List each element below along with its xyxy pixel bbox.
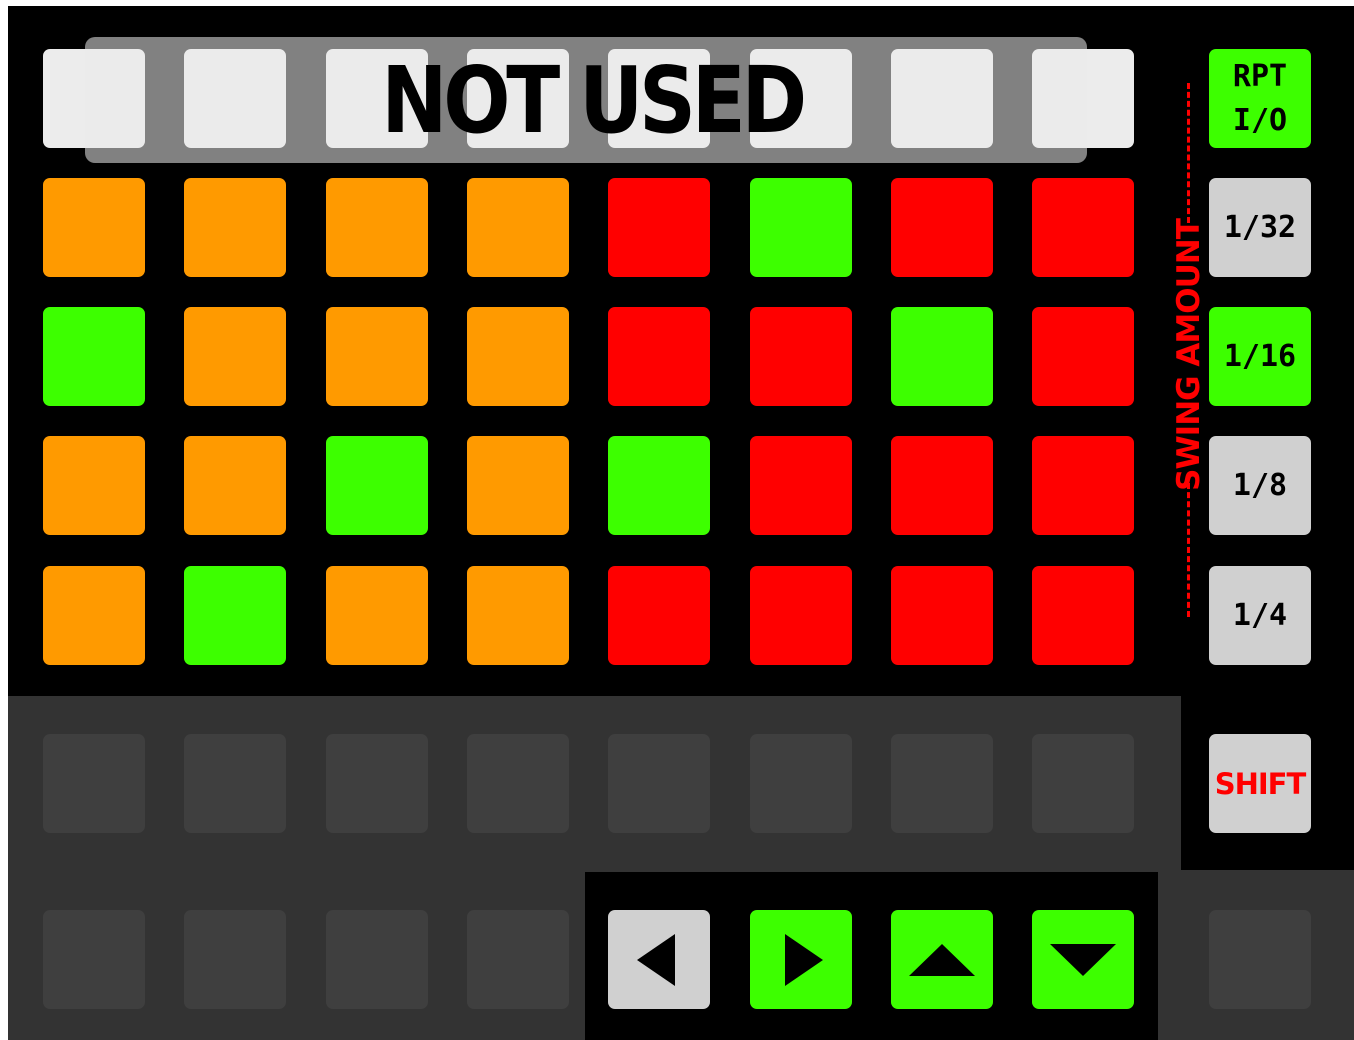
grid-pad[interactable] — [184, 307, 286, 406]
grid-pad[interactable] — [43, 178, 145, 277]
not-used-overlay: NOT USED — [85, 37, 1087, 163]
inactive-pad[interactable] — [326, 734, 428, 833]
arrow-up-icon — [909, 943, 975, 976]
grid-pad[interactable] — [467, 566, 569, 665]
arrow-down-icon — [1050, 943, 1116, 976]
inactive-pad[interactable] — [1209, 910, 1311, 1009]
inactive-pad[interactable] — [467, 734, 569, 833]
inactive-pad[interactable] — [43, 910, 145, 1009]
grid-pad[interactable] — [750, 178, 852, 277]
grid-pad[interactable] — [891, 566, 993, 665]
grid-pad[interactable] — [1032, 566, 1134, 665]
grid-pad[interactable] — [608, 307, 710, 406]
side-button-label: 1/16 — [1223, 338, 1297, 374]
arrow-left-icon — [637, 933, 675, 986]
inactive-pad[interactable] — [43, 734, 145, 833]
grid-pad[interactable] — [43, 436, 145, 535]
grid-pad[interactable] — [1032, 436, 1134, 535]
side-button-label: RPT I/O — [1232, 58, 1288, 138]
grid-pad[interactable] — [184, 178, 286, 277]
swing-dash-bottom — [1187, 483, 1190, 617]
inactive-pad[interactable] — [1032, 734, 1134, 833]
grid-pad[interactable] — [326, 436, 428, 535]
swing-dash-top — [1187, 83, 1190, 223]
grid-pad[interactable] — [1032, 307, 1134, 406]
inactive-pad[interactable] — [750, 734, 852, 833]
shift-button[interactable]: SHIFT — [1209, 734, 1311, 833]
grid-pad[interactable] — [891, 307, 993, 406]
grid-pad[interactable] — [43, 307, 145, 406]
side-button-label: 1/32 — [1223, 209, 1297, 245]
arrow-right-icon — [785, 933, 823, 986]
rate-1-4-button[interactable]: 1/4 — [1209, 566, 1311, 665]
grid-pad[interactable] — [467, 307, 569, 406]
side-button-label: 1/4 — [1232, 597, 1288, 633]
grid-pad[interactable] — [750, 566, 852, 665]
nav-up-button[interactable] — [891, 910, 993, 1009]
nav-left-button[interactable] — [608, 910, 710, 1009]
inactive-pad[interactable] — [891, 734, 993, 833]
repeat-toggle-button[interactable]: RPT I/O — [1209, 49, 1311, 148]
grid-pad[interactable] — [326, 307, 428, 406]
inactive-pad[interactable] — [467, 910, 569, 1009]
inactive-pad[interactable] — [326, 910, 428, 1009]
inactive-pad[interactable] — [608, 734, 710, 833]
nav-right-button[interactable] — [750, 910, 852, 1009]
grid-pad[interactable] — [467, 178, 569, 277]
grid-pad[interactable] — [184, 436, 286, 535]
swing-amount-label: SWING AMOUNT — [1171, 219, 1207, 491]
grid-pad[interactable] — [891, 436, 993, 535]
rate-1-16-button[interactable]: 1/16 — [1209, 307, 1311, 406]
grid-pad[interactable] — [326, 178, 428, 277]
grid-pad[interactable] — [891, 178, 993, 277]
grid-pad[interactable] — [608, 566, 710, 665]
grid-pad[interactable] — [608, 436, 710, 535]
side-button-label: 1/8 — [1232, 467, 1288, 503]
rate-1-32-button[interactable]: 1/32 — [1209, 178, 1311, 277]
controller-surface: NOT USED SWING AMOUNT RPT I/O 1/32 1/16 1/8… — [8, 6, 1354, 1040]
rate-1-8-button[interactable]: 1/8 — [1209, 436, 1311, 535]
not-used-label: NOT USED — [381, 46, 807, 154]
grid-pad[interactable] — [750, 436, 852, 535]
inactive-pad[interactable] — [184, 734, 286, 833]
grid-pad[interactable] — [608, 178, 710, 277]
grid-pad[interactable] — [467, 436, 569, 535]
grid-pad[interactable] — [326, 566, 428, 665]
shift-label: SHIFT — [1214, 766, 1307, 801]
grid-pad[interactable] — [43, 566, 145, 665]
swing-amount-indicator: SWING AMOUNT — [1166, 83, 1212, 617]
grid-pad[interactable] — [184, 566, 286, 665]
nav-down-button[interactable] — [1032, 910, 1134, 1009]
grid-pad[interactable] — [750, 307, 852, 406]
grid-pad[interactable] — [1032, 178, 1134, 277]
inactive-pad[interactable] — [184, 910, 286, 1009]
